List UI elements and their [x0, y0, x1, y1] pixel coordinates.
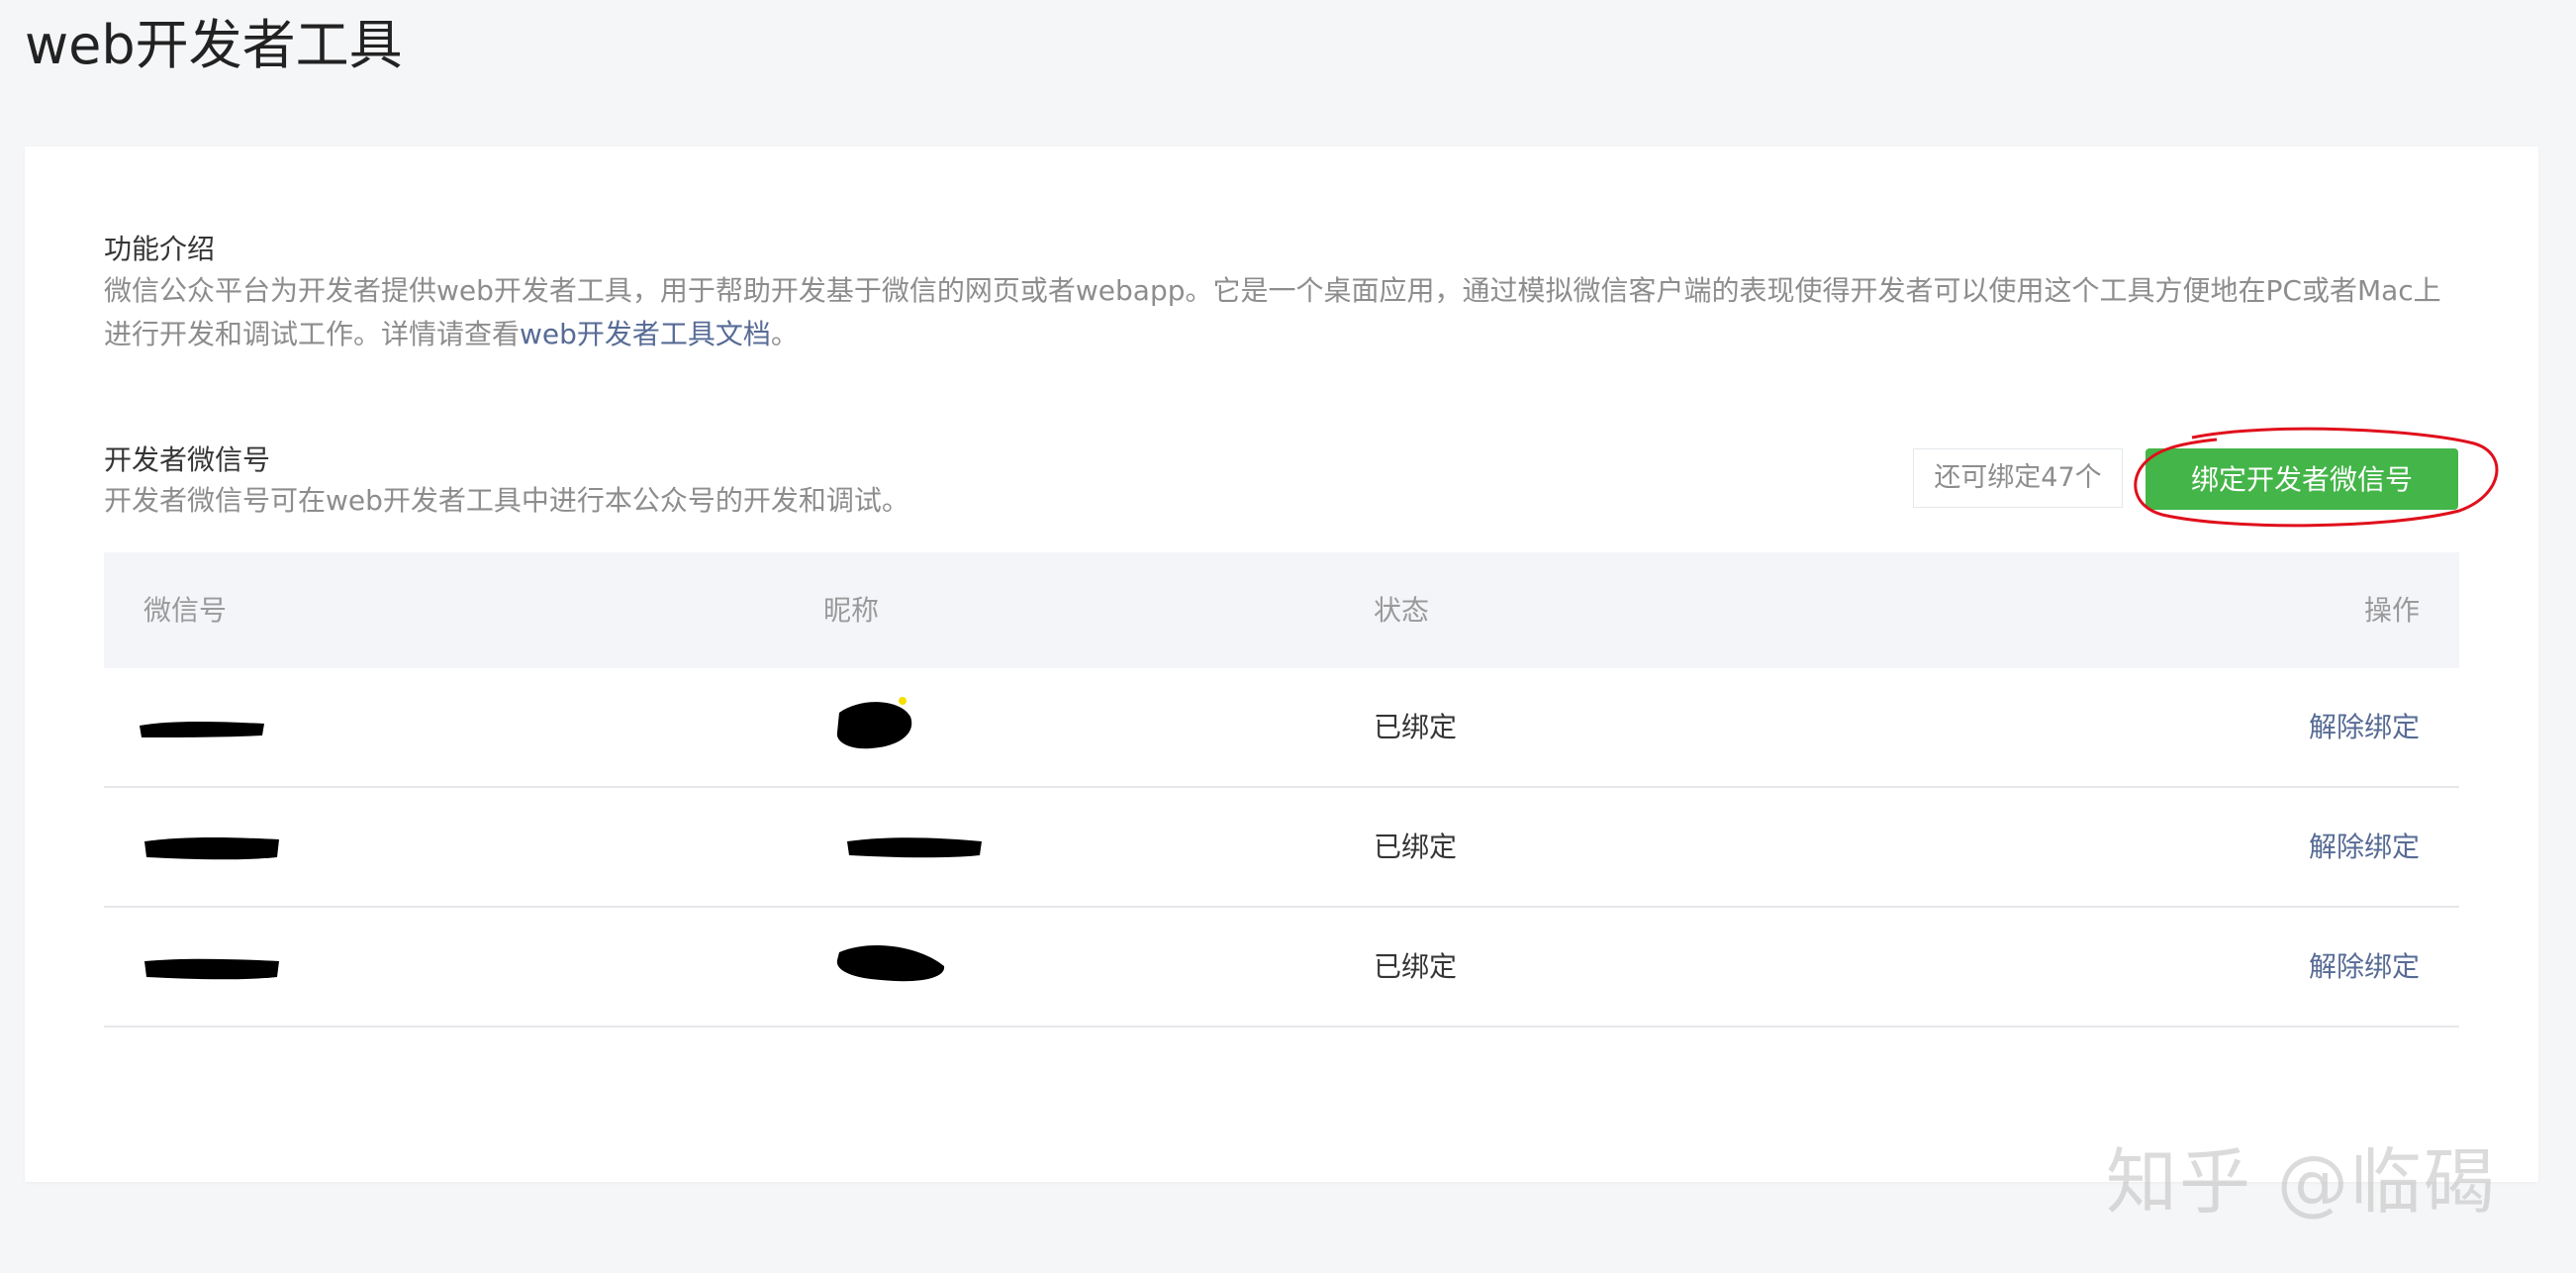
redacted-wechat-id — [144, 837, 279, 860]
redacted-nickname — [836, 697, 912, 749]
developer-section-description: 开发者微信号可在web开发者工具中进行本公众号的开发和调试。 — [104, 484, 909, 517]
page-title: web开发者工具 — [25, 14, 403, 76]
redacted-nickname — [836, 944, 945, 982]
intro-desc-line1: 微信公众平台为开发者提供web开发者工具，用于帮助开发基于微信的网页或者weba… — [104, 274, 2441, 307]
header-wechat-id: 微信号 — [143, 594, 228, 627]
unbind-link[interactable]: 解除绑定 — [2309, 908, 2420, 1026]
header-action: 操作 — [2363, 594, 2420, 627]
redacted-wechat-id — [140, 722, 264, 737]
zhihu-watermark: 知乎 @临碣 — [2106, 1140, 2497, 1224]
row-status: 已绑定 — [1374, 950, 1458, 983]
table-row: 已绑定 解除绑定 — [104, 788, 2459, 908]
developer-table: 微信号 昵称 状态 操作 已绑定 解除绑定 已绑定 解除绑定 已绑定 解除绑定 — [104, 552, 2459, 1028]
unbind-link[interactable]: 解除绑定 — [2309, 788, 2420, 906]
header-status: 状态 — [1374, 594, 1430, 627]
header-nickname: 昵称 — [823, 594, 880, 627]
bind-developer-button[interactable]: 绑定开发者微信号 — [2146, 448, 2458, 510]
row-status: 已绑定 — [1374, 831, 1458, 863]
intro-desc-line2: 进行开发和调试工作。详情请查看web开发者工具文档。 — [104, 313, 2479, 356]
developer-tools-card: 功能介绍 微信公众平台为开发者提供web开发者工具，用于帮助开发基于微信的网页或… — [25, 147, 2538, 1182]
intro-desc-text: 进行开发和调试工作。详情请查看 — [104, 318, 521, 350]
unbind-link[interactable]: 解除绑定 — [2309, 668, 2420, 786]
docs-link[interactable]: web开发者工具文档 — [520, 318, 771, 350]
table-row: 已绑定 解除绑定 — [104, 908, 2459, 1028]
redacted-wechat-id — [144, 958, 279, 980]
table-header: 微信号 昵称 状态 操作 — [104, 552, 2459, 668]
intro-title: 功能介绍 — [104, 233, 216, 265]
developer-section-title: 开发者微信号 — [104, 443, 271, 476]
intro-desc-end: 。 — [770, 318, 799, 350]
redacted-nickname — [847, 837, 982, 858]
table-row: 已绑定 解除绑定 — [104, 668, 2459, 788]
row-status: 已绑定 — [1374, 711, 1458, 743]
bind-quota-label: 还可绑定47个 — [1913, 448, 2123, 508]
intro-description: 微信公众平台为开发者提供web开发者工具，用于帮助开发基于微信的网页或者weba… — [104, 269, 2479, 356]
